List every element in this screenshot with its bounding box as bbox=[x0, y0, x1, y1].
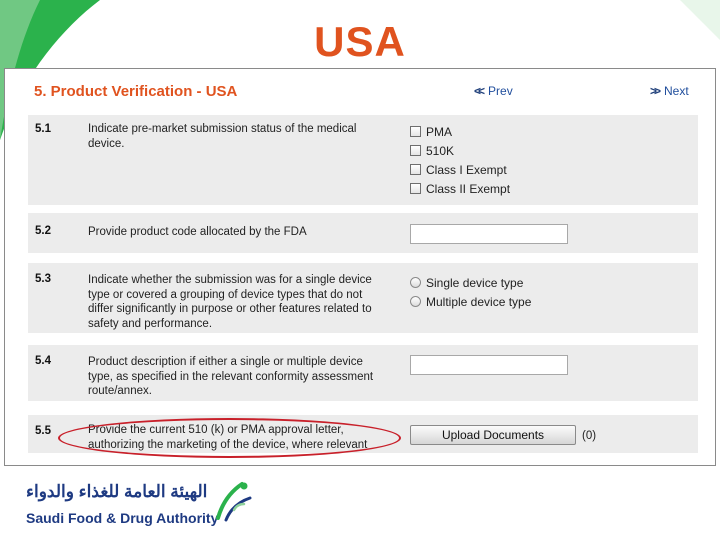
option-multiple-device-type[interactable]: Multiple device type bbox=[410, 292, 531, 311]
question-number: 5.5 bbox=[35, 425, 51, 437]
radio-button[interactable] bbox=[410, 296, 421, 307]
question-number: 5.2 bbox=[35, 225, 51, 237]
option-pma[interactable]: PMA bbox=[410, 122, 510, 141]
footer: الهيئة العامة للغذاء والدواء Saudi Food … bbox=[0, 466, 720, 540]
question-row-5-2: 5.2 Provide product code allocated by th… bbox=[28, 213, 698, 253]
panel-header: 5. Product Verification - USA << Prev >>… bbox=[28, 69, 698, 113]
question-text: Product description if either a single o… bbox=[88, 356, 374, 398]
upload-documents-button[interactable]: Upload Documents bbox=[410, 425, 576, 445]
option-510k[interactable]: 510K bbox=[410, 141, 510, 160]
sfda-logo: الهيئة العامة للغذاء والدواء Saudi Food … bbox=[18, 476, 252, 532]
next-link[interactable]: >> Next bbox=[650, 84, 689, 98]
prev-link[interactable]: << Prev bbox=[474, 84, 513, 98]
double-chevron-left-icon: << bbox=[474, 84, 485, 98]
question-text: Provide the current 510 (k) or PMA appro… bbox=[88, 424, 368, 451]
question-row-5-1: 5.1 Indicate pre-market submission statu… bbox=[28, 115, 698, 205]
question-row-5-5: 5.5 Provide the current 510 (k) or PMA a… bbox=[28, 415, 698, 453]
next-label: Next bbox=[664, 84, 689, 98]
submission-status-options: PMA 510K Class I Exempt Class II Exempt bbox=[410, 122, 510, 198]
question-number: 5.1 bbox=[35, 123, 51, 135]
checkbox[interactable] bbox=[410, 126, 421, 137]
radio-button[interactable] bbox=[410, 277, 421, 288]
question-number: 5.4 bbox=[35, 355, 51, 367]
question-text: Indicate pre-market submission status of… bbox=[88, 123, 357, 150]
option-single-device-type[interactable]: Single device type bbox=[410, 273, 531, 292]
question-text: Provide product code allocated by the FD… bbox=[88, 226, 307, 238]
verification-form: 5. Product Verification - USA << Prev >>… bbox=[28, 69, 698, 465]
question-row-5-4: 5.4 Product description if either a sing… bbox=[28, 345, 698, 401]
sfda-emblem-icon bbox=[216, 482, 252, 522]
product-description-input[interactable] bbox=[410, 355, 568, 375]
question-row-5-3: 5.3 Indicate whether the submission was … bbox=[28, 263, 698, 333]
option-class-i-exempt[interactable]: Class I Exempt bbox=[410, 160, 510, 179]
option-class-ii-exempt[interactable]: Class II Exempt bbox=[410, 179, 510, 198]
logo-arabic-text: الهيئة العامة للغذاء والدواء bbox=[26, 482, 208, 501]
slide-title: USA bbox=[314, 18, 406, 65]
device-type-options: Single device type Multiple device type bbox=[410, 273, 531, 311]
checkbox[interactable] bbox=[410, 145, 421, 156]
checkbox[interactable] bbox=[410, 164, 421, 175]
panel-title: 5. Product Verification - USA bbox=[34, 83, 238, 100]
document-count: (0) bbox=[582, 430, 597, 442]
logo-english-text: Saudi Food & Drug Authority bbox=[26, 510, 219, 526]
screenshot-frame: 5. Product Verification - USA << Prev >>… bbox=[4, 68, 716, 466]
prev-label: Prev bbox=[488, 84, 513, 98]
double-chevron-right-icon: >> bbox=[650, 84, 661, 98]
fda-product-code-input[interactable] bbox=[410, 224, 568, 244]
checkbox[interactable] bbox=[410, 183, 421, 194]
question-number: 5.3 bbox=[35, 273, 51, 285]
question-text: Indicate whether the submission was for … bbox=[88, 274, 372, 330]
